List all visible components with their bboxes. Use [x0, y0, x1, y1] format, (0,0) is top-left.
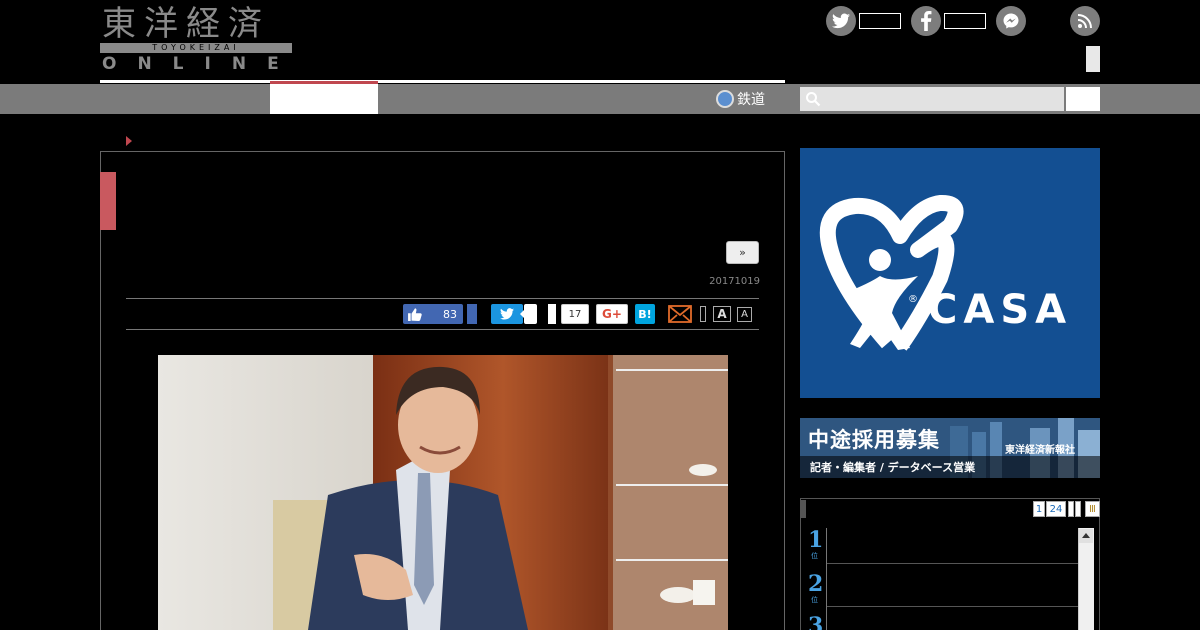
- gplus-prebox: [548, 304, 556, 324]
- facebook-icon[interactable]: [911, 6, 941, 36]
- site-logo[interactable]: 東洋経済 TOYOKEIZAI ONLINE: [100, 4, 294, 74]
- rank-suffix-2: 位: [811, 596, 818, 604]
- recruit-company: 東洋経済新報社: [1005, 445, 1075, 456]
- ranking-tab-a[interactable]: [1068, 501, 1074, 517]
- rank-divider: [826, 606, 1078, 607]
- facebook-count-box: [944, 13, 986, 29]
- share-separator: [700, 306, 706, 322]
- search-icon: [806, 92, 821, 107]
- logo-online: ONLINE: [102, 54, 300, 74]
- hatena-bookmark-button[interactable]: B!: [635, 304, 655, 324]
- nav-item-rail[interactable]: 鉄道: [716, 88, 765, 110]
- logo-kanji: 東洋経済: [102, 4, 270, 44]
- ranking-tab-last[interactable]: Ⅲ: [1085, 501, 1100, 517]
- scroll-up-arrow-icon[interactable]: [1079, 529, 1093, 543]
- logo-romaji: TOYOKEIZAI: [100, 43, 292, 53]
- svg-text:®: ®: [908, 294, 918, 305]
- rss-icon[interactable]: [1070, 6, 1100, 36]
- nav-item-rail-label: 鉄道: [737, 92, 765, 108]
- rank-number-3: 3: [808, 613, 824, 630]
- casa-brand-text: CASA: [928, 287, 1072, 333]
- ranking-scrollbar[interactable]: [1078, 528, 1094, 630]
- breadcrumb-arrow-icon: [126, 136, 132, 146]
- ranking-vertical-line: [826, 528, 827, 630]
- article-photo: [158, 355, 728, 630]
- next-page-button[interactable]: »: [726, 241, 759, 264]
- recruit-title: 中途採用募集: [808, 427, 940, 452]
- thumbs-up-icon: [408, 307, 422, 321]
- twitter-count-box: [859, 13, 901, 29]
- rank-suffix-1: 位: [811, 552, 818, 560]
- search-button[interactable]: [1066, 87, 1100, 111]
- gplus-count: 17: [561, 304, 589, 324]
- gplus-button[interactable]: G+: [596, 304, 628, 324]
- recruit-ad-banner[interactable]: 中途採用募集 東洋経済新報社 記者・編集者 / データベース営業: [800, 418, 1100, 478]
- article-date: 20171019: [709, 276, 760, 287]
- ranking-tab-1[interactable]: 1: [1033, 501, 1045, 517]
- share-divider-top: [126, 298, 759, 299]
- nav-top-line: [100, 80, 785, 83]
- nav-active-tab[interactable]: [270, 81, 378, 114]
- header-login-button[interactable]: [1086, 46, 1100, 72]
- font-size-small-button[interactable]: A: [737, 307, 752, 322]
- facebook-like-button[interactable]: 83: [403, 304, 463, 324]
- rank-divider: [826, 563, 1078, 564]
- train-icon: [716, 90, 734, 108]
- casa-heart-logo-icon: ® CASA: [819, 195, 1072, 351]
- search-input[interactable]: [800, 87, 1064, 111]
- facebook-share-button[interactable]: [467, 304, 477, 324]
- ranking-tab-24[interactable]: 24: [1046, 501, 1066, 517]
- twitter-icon[interactable]: [826, 6, 856, 36]
- category-tab: [100, 172, 116, 230]
- ranking-tab-b[interactable]: [1075, 501, 1081, 517]
- tweet-button[interactable]: [491, 304, 523, 324]
- rank-number-1: 1: [808, 527, 824, 553]
- font-size-large-button[interactable]: A: [713, 306, 731, 322]
- twitter-bird-icon: [500, 308, 514, 320]
- rank-number-2: 2: [808, 571, 824, 597]
- recruit-subtitle: 記者・編集者 / データベース営業: [810, 461, 976, 474]
- tweet-count-bubble: [520, 304, 537, 324]
- facebook-like-count: 83: [443, 307, 457, 321]
- ranking-box: [800, 498, 1100, 630]
- ranking-header-bar: [800, 500, 806, 518]
- casa-ad-banner[interactable]: ® CASA: [800, 148, 1100, 398]
- mail-icon[interactable]: [668, 305, 692, 323]
- messenger-icon[interactable]: [996, 6, 1026, 36]
- share-divider-bottom: [126, 329, 759, 330]
- recruit-subtitle-bar: 記者・編集者 / データベース営業: [800, 456, 1100, 478]
